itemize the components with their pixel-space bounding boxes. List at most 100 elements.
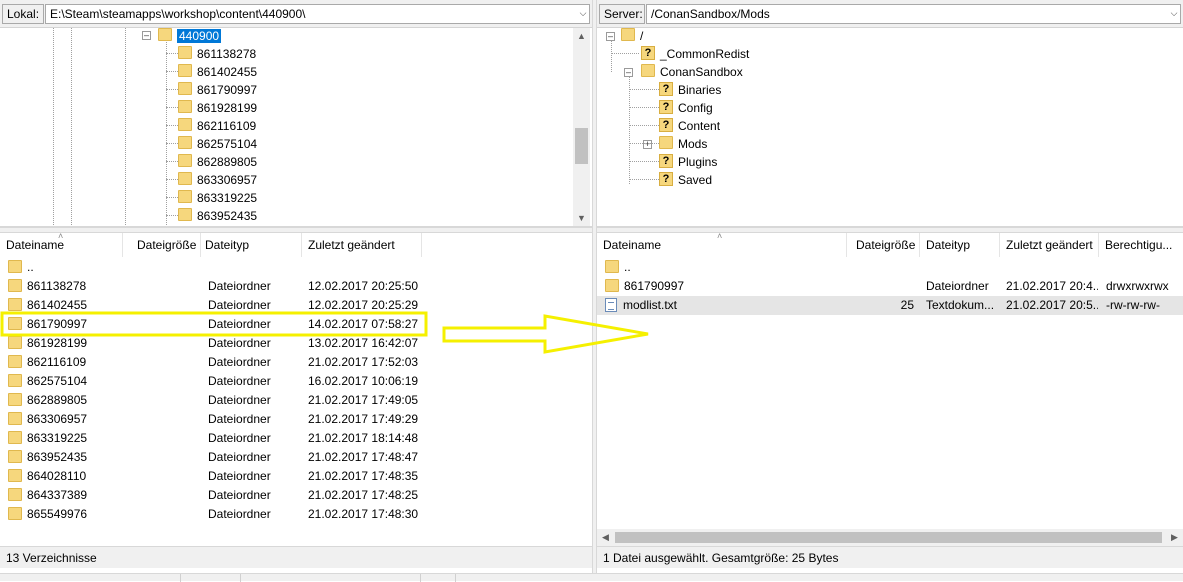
table-row[interactable]: 861138278 Dateiordner 12.02.2017 20:25:50 xyxy=(0,277,592,296)
scroll-thumb[interactable] xyxy=(615,532,1162,543)
item-modified: 21.02.2017 18:14:48 xyxy=(308,431,419,445)
collapse-icon[interactable]: – xyxy=(624,68,633,77)
table-row[interactable]: 861928199 Dateiordner 13.02.2017 16:42:07 xyxy=(0,334,592,353)
folder-icon xyxy=(8,374,22,388)
tree-guide-line xyxy=(166,125,178,126)
tree-item[interactable]: 861138278 xyxy=(178,44,256,62)
table-row[interactable]: 862889805 Dateiordner 21.02.2017 17:49:05 xyxy=(0,391,592,410)
table-row[interactable]: 863319225 Dateiordner 21.02.2017 18:14:48 xyxy=(0,429,592,448)
remote-path-input[interactable]: /ConanSandbox/Mods xyxy=(646,4,1181,24)
scroll-left-icon[interactable]: ◀ xyxy=(597,529,614,546)
remote-list-hscrollbar[interactable]: ◀ ▶ xyxy=(597,529,1183,546)
tree-guide-line xyxy=(629,76,630,184)
table-row[interactable]: 865549976 Dateiordner 21.02.2017 17:48:30 xyxy=(0,505,592,524)
local-tree-scrollbar[interactable]: ▲ ▼ xyxy=(573,28,590,226)
item-type: Dateiordner xyxy=(208,393,271,407)
item-permissions: drwxrwxrwx xyxy=(1106,279,1169,293)
tree-item-label: Saved xyxy=(678,172,713,187)
folder-icon xyxy=(158,28,172,42)
tree-item[interactable]: 862575104 xyxy=(178,134,257,152)
item-type: Dateiordner xyxy=(926,279,989,293)
tree-item-label: 861138278 xyxy=(197,46,257,61)
expand-icon[interactable]: + xyxy=(643,140,652,149)
tree-item-label: 862575104 xyxy=(197,136,258,151)
list-item-parent[interactable]: .. xyxy=(0,258,592,277)
table-row[interactable]: 861790997 Dateiordner 14.02.2017 07:58:27 xyxy=(0,315,592,334)
local-path-input[interactable]: E:\Steam\steamapps\workshop\content\4409… xyxy=(45,4,590,24)
item-modified: 21.02.2017 17:52:03 xyxy=(308,355,419,369)
tree-item-conansandbox[interactable]: ConanSandbox xyxy=(641,62,743,80)
table-row[interactable]: 864337389 Dateiordner 21.02.2017 17:48:25 xyxy=(0,486,592,505)
col-type[interactable]: Dateityp xyxy=(920,233,1000,257)
scroll-up-icon[interactable]: ▲ xyxy=(573,28,590,45)
chevron-down-icon[interactable]: ⌵ xyxy=(1167,6,1181,20)
item-name: 865549976 xyxy=(27,507,88,521)
col-modified[interactable]: Zuletzt geändert xyxy=(302,233,422,257)
collapse-icon[interactable]: – xyxy=(142,31,151,40)
table-row[interactable]: modlist.txt 25 Textdokum... 21.02.2017 20:5… xyxy=(597,296,1183,315)
col-size[interactable]: Dateigröße xyxy=(850,233,920,257)
local-list-header: ˄ Dateiname Dateigröße Dateityp Zuletzt … xyxy=(0,233,592,257)
tree-item[interactable]: ? Binaries xyxy=(659,80,721,98)
chevron-down-icon[interactable]: ⌵ xyxy=(576,6,590,20)
scroll-down-icon[interactable]: ▼ xyxy=(573,210,590,226)
remote-path-bar: Server: /ConanSandbox/Mods ⌵ xyxy=(597,0,1183,28)
scroll-thumb[interactable] xyxy=(575,128,588,164)
tree-item[interactable]: Mods xyxy=(659,134,707,152)
unknown-folder-icon: ? xyxy=(641,45,655,60)
folder-icon xyxy=(8,507,22,521)
folder-icon xyxy=(8,260,22,274)
table-row[interactable]: 862116109 Dateiordner 21.02.2017 17:52:03 xyxy=(0,353,592,372)
tree-item[interactable]: 863319225 xyxy=(178,188,257,206)
item-type: Dateiordner xyxy=(208,298,271,312)
tree-guide-line xyxy=(166,107,178,108)
tree-item-label: / xyxy=(640,28,644,43)
table-row[interactable]: 863306957 Dateiordner 21.02.2017 17:49:29 xyxy=(0,410,592,429)
table-row[interactable]: 861790997 Dateiordner 21.02.2017 20:4... dr… xyxy=(597,277,1183,296)
tree-item[interactable]: 861790997 xyxy=(178,80,257,98)
tree-item[interactable]: ? Config xyxy=(659,98,713,116)
item-modified: 21.02.2017 20:5... xyxy=(1006,298,1098,312)
col-modified[interactable]: Zuletzt geändert xyxy=(1000,233,1099,257)
list-item-parent[interactable]: .. xyxy=(597,258,1183,277)
tree-item[interactable]: 862889805 xyxy=(178,152,257,170)
scroll-right-icon[interactable]: ▶ xyxy=(1166,529,1183,546)
folder-icon xyxy=(178,208,192,222)
folder-icon xyxy=(178,172,192,186)
tree-item[interactable]: 862116109 xyxy=(178,116,256,134)
tree-item-selected[interactable]: 440900 xyxy=(158,28,222,44)
tree-item-root[interactable]: / xyxy=(621,28,643,44)
tree-item-label: _CommonRedist xyxy=(660,46,750,61)
item-size: 25 xyxy=(900,298,914,312)
tree-item[interactable]: 863306957 xyxy=(178,170,257,188)
tree-item-label: 861928199 xyxy=(197,100,258,115)
tree-item-commonredist[interactable]: ? _CommonRedist xyxy=(641,44,749,62)
tree-item[interactable]: 861928199 xyxy=(178,98,257,116)
remote-path-label: Server: xyxy=(599,4,645,24)
col-size[interactable]: Dateigröße xyxy=(131,233,201,257)
col-name[interactable]: Dateiname xyxy=(0,233,123,257)
local-path-label: Lokal: xyxy=(2,4,44,24)
table-row[interactable]: 864028110 Dateiordner 21.02.2017 17:48:35 xyxy=(0,467,592,486)
table-row[interactable]: 861402455 Dateiordner 12.02.2017 20:25:29 xyxy=(0,296,592,315)
tree-item[interactable]: 863952435 xyxy=(178,206,257,224)
tree-item-label: Content xyxy=(678,118,721,133)
table-row[interactable]: 863952435 Dateiordner 21.02.2017 17:48:47 xyxy=(0,448,592,467)
tree-item[interactable]: 861402455 xyxy=(178,62,257,80)
text-file-icon xyxy=(605,297,617,312)
col-name[interactable]: Dateiname xyxy=(597,233,847,257)
item-modified: 21.02.2017 17:48:35 xyxy=(308,469,419,483)
col-permissions[interactable]: Berechtigu... xyxy=(1099,233,1183,257)
tree-guide-line xyxy=(166,161,178,162)
table-row[interactable]: 862575104 Dateiordner 16.02.2017 10:06:19 xyxy=(0,372,592,391)
local-path-bar: Lokal: E:\Steam\steamapps\workshop\conte… xyxy=(0,0,592,28)
remote-list-header: ˄ Dateiname Dateigröße Dateityp Zuletzt … xyxy=(597,233,1183,257)
col-type[interactable]: Dateityp xyxy=(199,233,302,257)
folder-icon xyxy=(178,64,192,78)
collapse-icon[interactable]: – xyxy=(606,32,615,41)
folder-icon xyxy=(178,190,192,204)
tree-item[interactable]: ? Plugins xyxy=(659,152,717,170)
tree-item[interactable]: ? Saved xyxy=(659,170,712,188)
tree-item[interactable]: ? Content xyxy=(659,116,720,134)
tree-guide-line xyxy=(629,143,659,144)
